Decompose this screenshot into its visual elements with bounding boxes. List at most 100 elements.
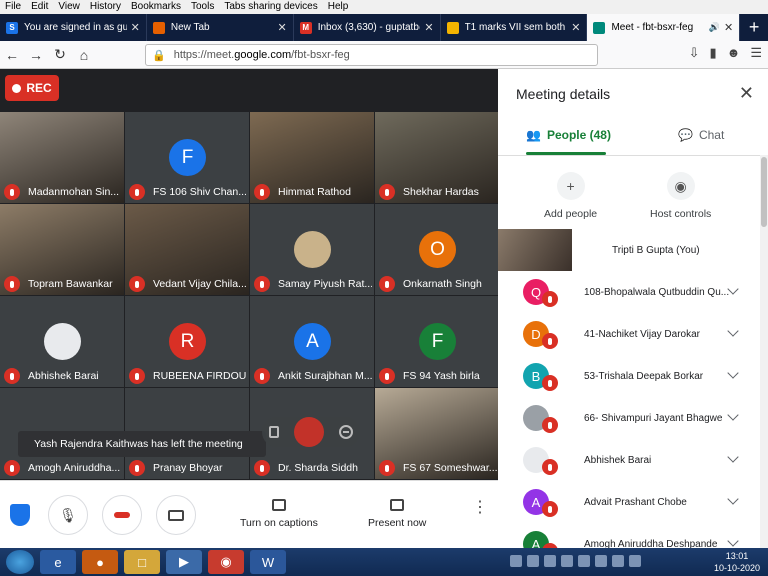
- tray-icon[interactable]: [527, 555, 539, 567]
- muted-mic-icon: [4, 184, 20, 200]
- menu-item[interactable]: View: [53, 0, 85, 14]
- participant-tile[interactable]: Himmat Rathod: [250, 112, 374, 203]
- participant-row[interactable]: A Amogh Aniruddha Deshpande: [498, 523, 758, 548]
- participant-row[interactable]: B 53-Trishala Deepak Borkar: [498, 355, 758, 397]
- close-tab-icon[interactable]: ✕: [131, 21, 140, 34]
- new-tab-button[interactable]: +: [740, 14, 768, 41]
- present-now-button[interactable]: Present now: [368, 499, 426, 529]
- microphone-icon: 🎙: [59, 506, 77, 523]
- menu-item[interactable]: History: [85, 0, 126, 14]
- word-icon[interactable]: W: [250, 550, 286, 574]
- browser-tab[interactable]: T1 marks VII sem both sh ✕: [441, 14, 588, 41]
- participant-tile[interactable]: Samay Piyush Rat...: [250, 204, 374, 295]
- participant-name: Abhishek Barai: [28, 370, 99, 382]
- tray-icon[interactable]: [510, 555, 522, 567]
- close-tab-icon[interactable]: ✕: [424, 21, 433, 34]
- forward-button[interactable]: →: [24, 43, 48, 67]
- add-people-button[interactable]: + Add people: [544, 172, 597, 220]
- home-icon[interactable]: ⌂: [72, 43, 96, 67]
- chat-icon: 💬: [678, 128, 693, 142]
- download-icon[interactable]: ⇩: [689, 45, 700, 61]
- close-icon[interactable]: ✕: [739, 83, 754, 104]
- tray-icon[interactable]: [612, 555, 624, 567]
- system-tray: [510, 555, 641, 567]
- menu-item[interactable]: Tools: [186, 0, 219, 14]
- recording-indicator: REC: [5, 75, 59, 101]
- scrollbar[interactable]: [760, 155, 768, 548]
- folder-icon[interactable]: □: [124, 550, 160, 574]
- participant-row[interactable]: 66- Shivampuri Jayant Bhagwe: [498, 397, 758, 439]
- security-shield-icon[interactable]: [10, 504, 30, 526]
- muted-mic-icon: [379, 460, 395, 476]
- menu-item[interactable]: Tabs sharing devices: [219, 0, 322, 14]
- participant-tile[interactable]: O Onkarnath Singh: [375, 204, 499, 295]
- participant-row[interactable]: D 41-Nachiket Vijay Darokar: [498, 313, 758, 355]
- menu-item[interactable]: Help: [323, 0, 354, 14]
- scrollbar-thumb[interactable]: [761, 157, 767, 227]
- close-tab-icon[interactable]: ✕: [278, 21, 287, 34]
- browser-tab[interactable]: S You are signed in as gupta ✕: [0, 14, 147, 41]
- tab-chat[interactable]: 💬 Chat: [678, 128, 724, 142]
- firefox-icon[interactable]: ●: [82, 550, 118, 574]
- menu-item[interactable]: File: [0, 0, 26, 14]
- muted-mic-icon: [4, 368, 20, 384]
- microphone-button[interactable]: 🎙: [48, 495, 88, 535]
- back-button[interactable]: ←: [0, 43, 24, 67]
- host-controls-label: Host controls: [650, 208, 712, 220]
- system-clock[interactable]: 13:01 10-10-2020: [714, 550, 760, 574]
- account-icon[interactable]: ☻: [727, 45, 741, 61]
- participant-tile[interactable]: Madanmohan Sin...: [0, 112, 124, 203]
- participant-tile[interactable]: FS 67 Someshwar...: [375, 388, 499, 479]
- participant-tile[interactable]: Abhishek Barai: [0, 296, 124, 387]
- participant-tile[interactable]: F FS 106 Shiv Chan...: [125, 112, 249, 203]
- menu-icon[interactable]: ☰: [750, 45, 762, 61]
- rec-label: REC: [26, 81, 52, 95]
- tray-icon[interactable]: [544, 555, 556, 567]
- browser-tab[interactable]: Meet - fbt-bsxr-feg 🔊 ✕: [587, 14, 741, 41]
- participant-row[interactable]: Abhishek Barai: [498, 439, 758, 481]
- tab-favicon-icon: M: [299, 21, 312, 34]
- chrome-icon[interactable]: ◉: [208, 550, 244, 574]
- tab-bar: S You are signed in as gupta ✕ New Tab ✕ M Inb…: [0, 14, 768, 41]
- host-controls-button[interactable]: ◉ Host controls: [650, 172, 711, 220]
- menu-item[interactable]: Bookmarks: [126, 0, 186, 14]
- participant-tile[interactable]: R RUBEENA FIRDOU...: [125, 296, 249, 387]
- participant-tile[interactable]: F FS 94 Yash birla: [375, 296, 499, 387]
- camera-button[interactable]: [156, 495, 196, 535]
- leave-call-button[interactable]: [102, 495, 142, 535]
- media-player-icon[interactable]: ▶: [166, 550, 202, 574]
- remove-participant-icon[interactable]: [338, 425, 353, 439]
- ie-icon[interactable]: e: [40, 550, 76, 574]
- participant-tile[interactable]: Topram Bawankar: [0, 204, 124, 295]
- reload-button[interactable]: ↻: [48, 43, 72, 67]
- start-button[interactable]: [6, 550, 34, 574]
- mute-participant-button[interactable]: [293, 417, 324, 447]
- url-bar[interactable]: 🔒 https://meet. google.com/fbt-bsxr-feg: [145, 44, 598, 66]
- audio-playing-icon[interactable]: 🔊: [709, 22, 720, 33]
- tray-icon[interactable]: [578, 555, 590, 567]
- participant-tile[interactable]: A Ankit Surajbhan M...: [250, 296, 374, 387]
- participant-row[interactable]: Q 108-Bhopalwala Qutbuddin Qu...: [498, 271, 758, 313]
- muted-mic-icon: [129, 460, 145, 476]
- participant-row[interactable]: Tripti B Gupta (You): [498, 229, 758, 271]
- close-tab-icon[interactable]: ✕: [724, 21, 733, 34]
- pin-icon[interactable]: [269, 426, 280, 438]
- participant-row[interactable]: A Advait Prashant Chobe: [498, 481, 758, 523]
- participant-tile[interactable]: Vedant Vijay Chila...: [125, 204, 249, 295]
- panel-title: Meeting details: [516, 86, 611, 102]
- tab-people[interactable]: 👥 People (48): [526, 128, 611, 142]
- close-tab-icon[interactable]: ✕: [571, 21, 580, 34]
- add-people-label: Add people: [544, 208, 598, 220]
- captions-button[interactable]: Turn on captions: [240, 499, 318, 529]
- participant-tile[interactable]: Shekhar Hardas: [375, 112, 499, 203]
- tray-icon[interactable]: [561, 555, 573, 567]
- library-icon[interactable]: ▮: [710, 45, 717, 61]
- toggle-icon: ◉: [666, 172, 695, 200]
- browser-tab[interactable]: M Inbox (3,630) - guptatb@ ✕: [294, 14, 441, 41]
- tray-icon[interactable]: [629, 555, 641, 567]
- more-options-icon[interactable]: ⋮: [472, 500, 488, 516]
- menu-item[interactable]: Edit: [26, 0, 53, 14]
- tray-icon[interactable]: [595, 555, 607, 567]
- browser-tab[interactable]: New Tab ✕: [147, 14, 294, 41]
- present-icon: [390, 499, 405, 511]
